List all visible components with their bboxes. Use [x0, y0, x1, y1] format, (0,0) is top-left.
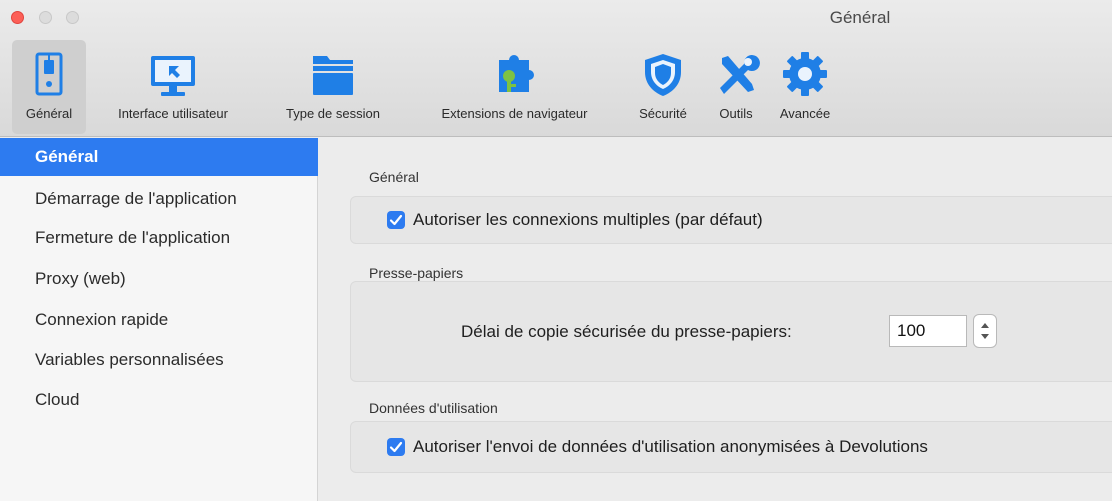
toolbar-item-session-type[interactable]: Type de session: [262, 40, 404, 134]
panel-clipboard: Délai de copie sécurisée du presse-papie…: [350, 281, 1112, 382]
panel-general: Autoriser les connexions multiples (par …: [350, 196, 1112, 244]
toolbar-item-user-interface[interactable]: Interface utilisateur: [88, 40, 258, 134]
stepper-down-icon[interactable]: [981, 334, 989, 339]
send-usage-data-checkbox[interactable]: [387, 438, 405, 456]
send-usage-data-row[interactable]: Autoriser l'envoi de données d'utilisati…: [387, 437, 928, 457]
close-window-button[interactable]: [11, 11, 24, 24]
monitor-icon: [145, 46, 201, 102]
minimize-window-button[interactable]: [39, 11, 52, 24]
section-title-general: Général: [369, 169, 419, 185]
section-title-usage-data: Données d'utilisation: [369, 400, 498, 416]
toolbar-label-security: Sécurité: [639, 106, 687, 121]
sidebar-item-proxy-web[interactable]: Proxy (web): [0, 260, 318, 298]
section-title-clipboard: Presse-papiers: [369, 265, 464, 281]
sidebar-item-general[interactable]: Général: [0, 138, 318, 176]
sidebar-item-quick-connect[interactable]: Connexion rapide: [0, 301, 318, 339]
toolbar-label-advanced: Avancée: [779, 106, 831, 121]
window-title: Général: [829, 8, 891, 27]
send-usage-data-label: Autoriser l'envoi de données d'utilisati…: [413, 437, 928, 456]
clipboard-delay-input[interactable]: 100: [889, 315, 967, 347]
switch-icon: [21, 46, 77, 102]
gear-icon: [777, 46, 833, 102]
checkmark-icon: [389, 214, 403, 226]
clipboard-delay-stepper[interactable]: [973, 314, 997, 348]
toolbar-item-general[interactable]: Général: [12, 40, 86, 134]
toolbar-item-security[interactable]: Sécurité: [624, 40, 702, 134]
toolbar-item-tools[interactable]: Outils: [704, 40, 768, 134]
toolbar-item-advanced[interactable]: Avancée: [768, 40, 842, 134]
tools-icon: [708, 46, 764, 102]
stepper-up-icon[interactable]: [981, 323, 989, 328]
preferences-window: Général Général Interface utilisateur Ty…: [0, 0, 1112, 501]
sidebar-item-app-shutdown[interactable]: Fermeture de l'application: [0, 219, 318, 257]
toolbar: Général Général Interface utilisateur Ty…: [0, 0, 1112, 137]
puzzle-key-icon: [487, 46, 543, 102]
toolbar-label-session-type: Type de session: [286, 106, 380, 121]
clipboard-delay-label: Délai de copie sécurisée du presse-papie…: [461, 322, 792, 341]
toolbar-label-user-interface: Interface utilisateur: [118, 106, 228, 121]
allow-multiple-connections-checkbox[interactable]: [387, 211, 405, 229]
allow-multiple-connections-label: Autoriser les connexions multiples (par …: [413, 210, 763, 229]
toolbar-label-tools: Outils: [719, 106, 753, 121]
shield-icon: [635, 46, 691, 102]
folder-stack-icon: [305, 46, 361, 102]
toolbar-item-browser-extensions[interactable]: Extensions de navigateur: [407, 40, 622, 134]
toolbar-label-general: Général: [25, 106, 73, 121]
checkmark-icon: [389, 441, 403, 453]
toolbar-label-browser-extensions: Extensions de navigateur: [441, 106, 588, 121]
sidebar-item-cloud[interactable]: Cloud: [0, 381, 318, 419]
sidebar-item-custom-variables[interactable]: Variables personnalisées: [0, 341, 318, 379]
panel-usage-data: Autoriser l'envoi de données d'utilisati…: [350, 421, 1112, 473]
maximize-window-button[interactable]: [66, 11, 79, 24]
sidebar: Général Démarrage de l'application Ferme…: [0, 138, 318, 501]
sidebar-item-app-startup[interactable]: Démarrage de l'application: [0, 180, 318, 218]
allow-multiple-connections-row[interactable]: Autoriser les connexions multiples (par …: [387, 210, 763, 230]
